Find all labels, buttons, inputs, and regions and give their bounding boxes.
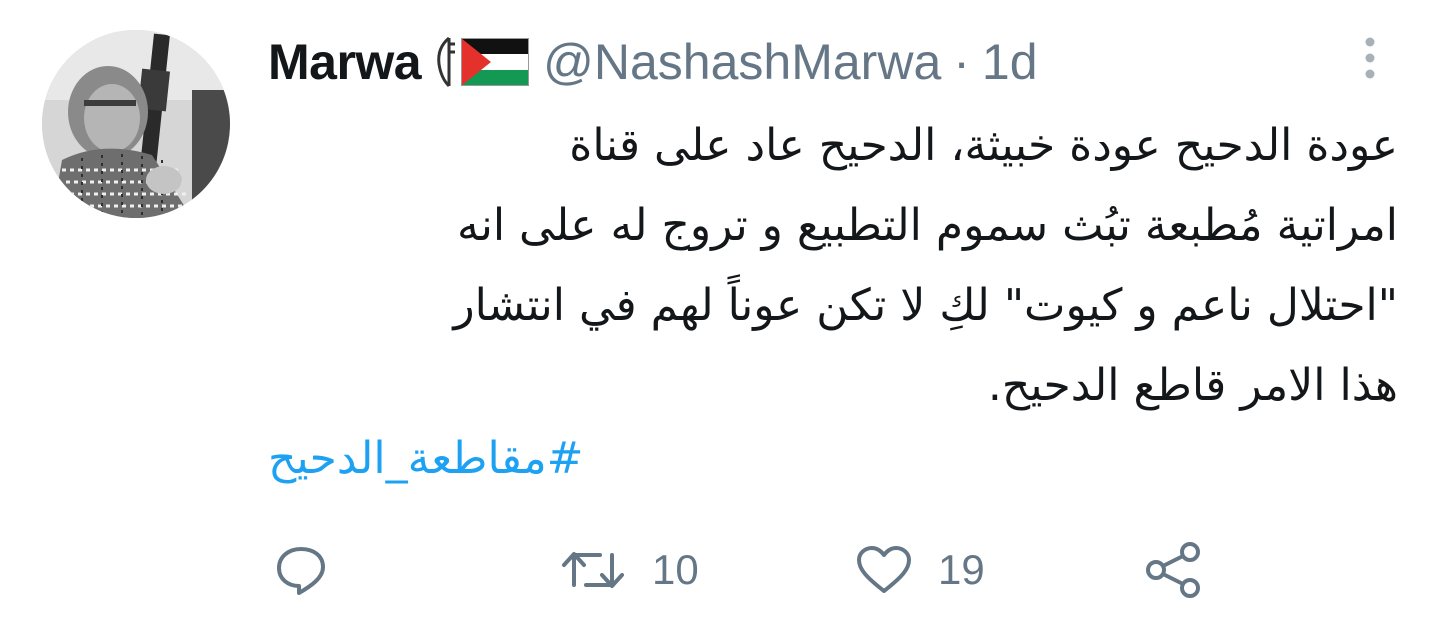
- tweet-text-line: هذا الامر قاطع الدحيح.: [987, 360, 1398, 411]
- retweet-icon: [562, 552, 624, 588]
- more-options-button[interactable]: [1352, 32, 1388, 84]
- tweet-text-line: امراتية مُطبعة تبُث سموم التطبيع و تروج …: [457, 200, 1398, 251]
- retweet-button[interactable]: 10: [560, 530, 699, 610]
- heart-icon: [857, 546, 911, 593]
- tweet-header: Marwa @NashashMarwa · 1d: [268, 26, 1038, 98]
- like-count: 19: [938, 546, 985, 593]
- palestine-flag-icon: [461, 38, 530, 86]
- avatar-image: [42, 30, 230, 218]
- like-button[interactable]: 19: [856, 530, 985, 610]
- separator-dot: ·: [953, 34, 970, 90]
- more-vertical-icon: [1365, 37, 1375, 79]
- tweet-text: عودة الدحيح عودة خبيثة، الدحيح عاد على ق…: [262, 106, 1398, 426]
- tweet-text-line: عودة الدحيح عودة خبيثة، الدحيح عاد على ق…: [569, 120, 1398, 171]
- tweet-text-line: "احتلال ناعم و كيوت" لكِ لا تكن عوناً له…: [453, 280, 1398, 331]
- tweet-card[interactable]: Marwa @NashashMarwa · 1d عودة الدحيح عود…: [0, 0, 1439, 627]
- reply-button[interactable]: [274, 530, 354, 610]
- user-handle[interactable]: @NashashMarwa: [543, 33, 941, 91]
- share-button[interactable]: [1144, 530, 1204, 610]
- reply-icon: [277, 547, 325, 595]
- retweet-count: 10: [652, 546, 699, 593]
- action-bar: 10 19: [0, 530, 1439, 610]
- hashtag-link[interactable]: #مقاطعة_الدحيح: [268, 424, 584, 494]
- avatar[interactable]: [42, 30, 230, 218]
- key-icon: [437, 36, 456, 88]
- name-decor: [435, 34, 530, 90]
- timestamp[interactable]: 1d: [982, 33, 1038, 91]
- share-icon: [1146, 542, 1200, 598]
- display-name[interactable]: Marwa: [268, 33, 422, 91]
